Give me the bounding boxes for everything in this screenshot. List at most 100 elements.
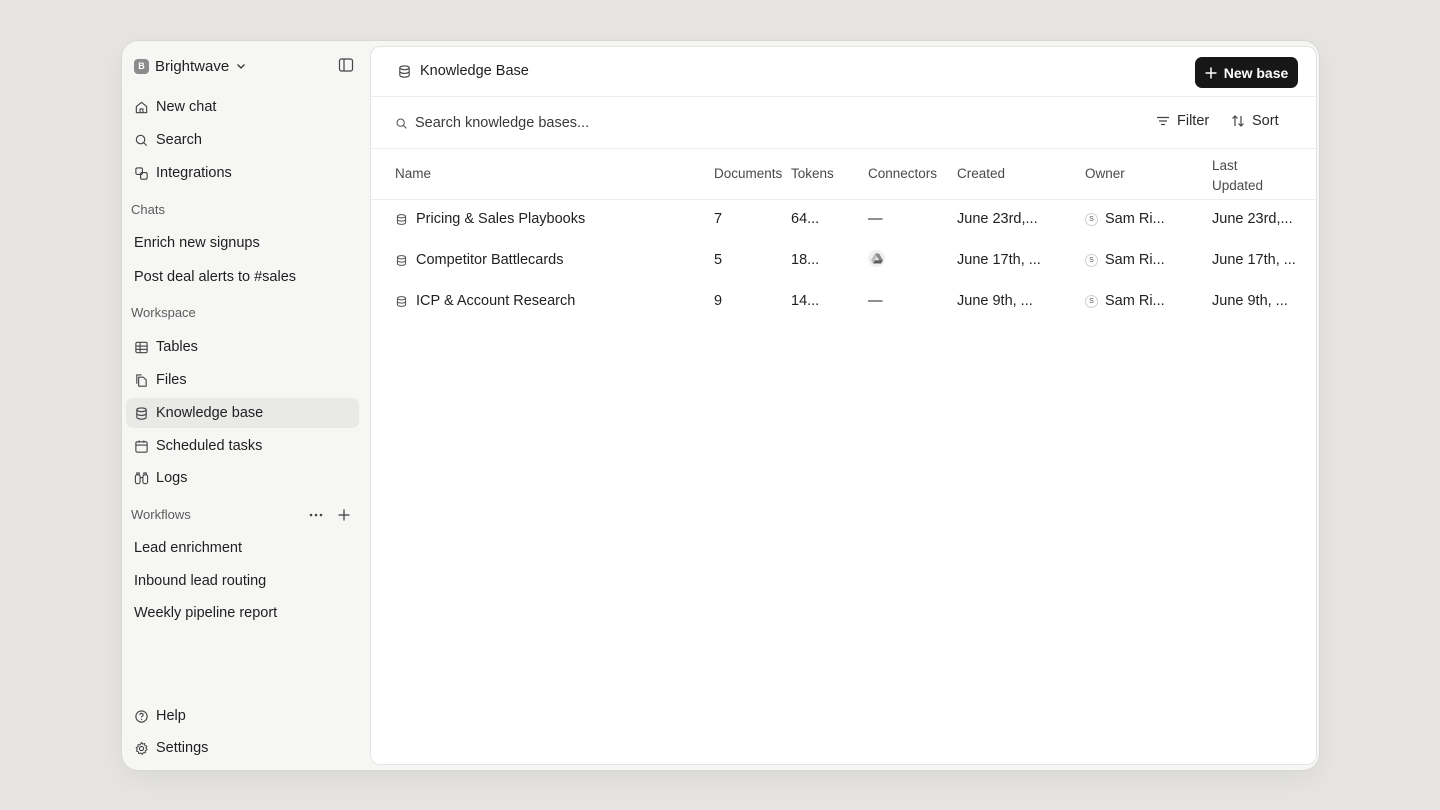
avatar: S — [1085, 294, 1098, 308]
plus-icon — [1205, 67, 1217, 78]
gear-icon — [135, 741, 148, 755]
avatar: S — [1085, 253, 1098, 267]
table-row[interactable]: ICP & Account Research 9 14... — June 9t… — [371, 282, 1316, 322]
sidebar-item-label: Settings — [156, 740, 209, 756]
search-input[interactable] — [415, 115, 975, 131]
row-documents: 9 — [714, 293, 723, 309]
calendar-icon — [135, 439, 148, 453]
database-icon — [396, 254, 407, 266]
sidebar-item-logs[interactable]: Logs — [126, 463, 359, 493]
sidebar-item-label: Search — [156, 132, 202, 148]
table-header: Name Documents Tokens Connectors Created… — [371, 149, 1316, 200]
database-icon — [396, 213, 407, 225]
row-owner: S Sam Ri... — [1085, 293, 1165, 309]
sidebar-toggle-icon[interactable] — [338, 57, 354, 73]
main-panel: Knowledge Base New base Filter Sort Name — [370, 46, 1317, 765]
column-header-connectors[interactable]: Connectors — [868, 166, 937, 181]
filter-button[interactable]: Filter — [1156, 113, 1209, 129]
row-name: ICP & Account Research — [395, 293, 575, 309]
sidebar-item-search[interactable]: Search — [126, 125, 359, 155]
plus-icon[interactable] — [336, 507, 352, 523]
sidebar-item-help[interactable]: Help — [126, 701, 359, 731]
sidebar-item-label: Logs — [156, 470, 188, 486]
workspace-section-label: Workspace — [131, 305, 196, 320]
sidebar-item-label: Integrations — [156, 165, 232, 181]
filter-icon — [1157, 116, 1169, 126]
column-header-documents[interactable]: Documents — [714, 166, 782, 181]
row-documents: 7 — [714, 211, 723, 227]
search-icon — [135, 134, 148, 146]
sidebar-item-knowledge-base[interactable]: Knowledge base — [126, 398, 359, 428]
avatar: S — [1085, 212, 1098, 226]
row-owner: S Sam Ri... — [1085, 211, 1165, 227]
more-icon[interactable] — [308, 507, 324, 523]
search-icon — [396, 118, 407, 129]
new-base-button[interactable]: New base — [1195, 57, 1298, 88]
row-updated: June 23rd,... — [1212, 211, 1293, 227]
row-owner-name: Sam Ri... — [1105, 252, 1165, 268]
workflows-actions — [308, 507, 352, 523]
sidebar-item-files[interactable]: Files — [126, 365, 359, 395]
page-title-text: Knowledge Base — [420, 63, 529, 79]
sidebar-item-tables[interactable]: Tables — [126, 332, 359, 362]
chats-section-label: Chats — [131, 202, 165, 217]
sort-button[interactable]: Sort — [1231, 113, 1279, 129]
table-toolbar: Filter Sort — [371, 97, 1316, 149]
column-header-last-updated-line1: Last — [1212, 158, 1238, 173]
row-created: June 23rd,... — [957, 211, 1038, 227]
row-tokens: 18... — [791, 252, 820, 268]
row-tokens: 14... — [791, 293, 820, 309]
row-owner: S Sam Ri... — [1085, 252, 1165, 268]
row-updated: June 9th, ... — [1212, 293, 1288, 309]
row-name: Pricing & Sales Playbooks — [395, 211, 585, 227]
sidebar-item-label: Knowledge base — [156, 405, 264, 421]
filter-label: Filter — [1177, 113, 1210, 129]
sidebar-item-scheduled-tasks[interactable]: Scheduled tasks — [126, 431, 359, 461]
row-owner-name: Sam Ri... — [1105, 211, 1165, 227]
workflow-item[interactable]: Lead enrichment — [126, 533, 359, 563]
row-owner-name: Sam Ri... — [1105, 293, 1165, 309]
sidebar-item-new-chat[interactable]: New chat — [126, 92, 359, 122]
column-header-last-updated-line2: Updated — [1212, 178, 1264, 193]
workflow-item[interactable]: Inbound lead routing — [126, 566, 359, 596]
row-created: June 17th, ... — [957, 252, 1041, 268]
sidebar-item-settings[interactable]: Settings — [126, 733, 359, 763]
table-icon — [135, 341, 148, 353]
sidebar-item-integrations[interactable]: Integrations — [126, 158, 359, 188]
sidebar: B Brightwave New chat Search Integration… — [122, 41, 370, 770]
table-row[interactable]: Competitor Battlecards 5 18... June 17th… — [371, 241, 1316, 281]
column-header-name[interactable]: Name — [395, 166, 431, 181]
app-window: B Brightwave New chat Search Integration… — [122, 41, 1319, 770]
sidebar-item-label: Tables — [156, 339, 198, 355]
workspace-switcher[interactable]: B Brightwave — [134, 55, 247, 77]
column-header-created[interactable]: Created — [957, 166, 1005, 181]
integrations-icon — [135, 166, 148, 180]
workspace-logo: B — [134, 58, 149, 74]
chat-item[interactable]: Enrich new signups — [126, 228, 359, 258]
row-tokens: 64... — [791, 211, 820, 227]
home-icon — [135, 101, 148, 113]
table-row[interactable]: Pricing & Sales Playbooks 7 64... — June… — [371, 200, 1316, 240]
sidebar-item-label: Files — [156, 372, 187, 388]
sidebar-item-label: Scheduled tasks — [156, 438, 263, 454]
row-connectors: — — [868, 293, 883, 309]
sidebar-item-label: New chat — [156, 99, 217, 115]
row-created: June 9th, ... — [957, 293, 1033, 309]
workflows-section-label: Workflows — [131, 507, 191, 522]
database-icon — [136, 406, 147, 420]
column-header-last-updated[interactable]: Last Updated — [1212, 156, 1263, 196]
row-connectors: — — [868, 211, 883, 227]
column-header-tokens[interactable]: Tokens — [791, 166, 834, 181]
sidebar-item-label: Help — [156, 708, 186, 724]
row-name-text: Pricing & Sales Playbooks — [416, 211, 586, 227]
workflow-item[interactable]: Weekly pipeline report — [126, 598, 359, 628]
files-icon — [136, 373, 147, 387]
row-connectors — [868, 250, 885, 267]
help-icon — [135, 709, 148, 723]
search-bar — [395, 112, 995, 134]
row-documents: 5 — [714, 252, 723, 268]
column-header-owner[interactable]: Owner — [1085, 166, 1125, 181]
sort-icon — [1232, 115, 1244, 127]
row-name-text: ICP & Account Research — [416, 293, 576, 309]
chat-item[interactable]: Post deal alerts to #sales — [126, 262, 359, 292]
